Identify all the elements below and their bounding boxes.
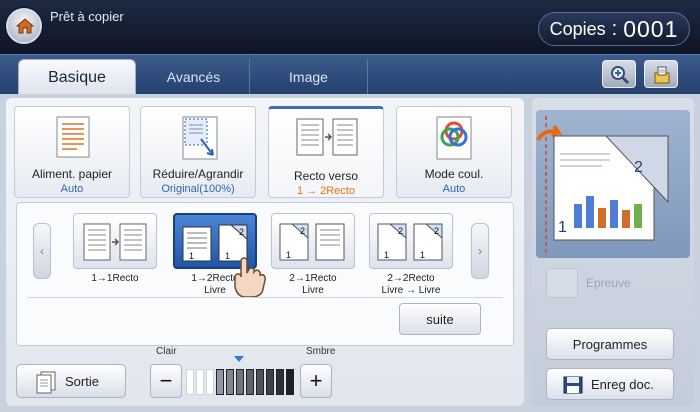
duplex-option-2to1-book[interactable]: 2 1 — [271, 213, 355, 269]
tab-image[interactable]: Image — [250, 59, 368, 95]
scroll-right-arrow[interactable]: › — [471, 223, 489, 279]
svg-text:2: 2 — [434, 226, 439, 236]
darkness-segment[interactable] — [256, 369, 264, 395]
save-document-label: Enreg doc. — [591, 377, 654, 392]
duplex-option-1to1-label: 1→1Recto — [91, 273, 139, 284]
color-mode-icon — [436, 116, 472, 160]
svg-text:1: 1 — [558, 219, 567, 236]
main-area: Aliment. papier Auto Réduire/Agrandir Or… — [0, 94, 700, 412]
tab-avances[interactable]: Avancés — [138, 59, 250, 95]
darkness-segment[interactable] — [236, 369, 244, 395]
darkness-segment[interactable] — [196, 369, 204, 395]
darkness-decrease-button[interactable]: − — [150, 364, 182, 398]
duplex-option-2to2-label: 2→2Recto Livre → Livre — [381, 273, 441, 296]
output-tray-icon — [36, 371, 56, 394]
paper-tray-icon — [56, 116, 90, 158]
svg-text:2: 2 — [300, 226, 305, 236]
sortie-button[interactable]: Sortie — [16, 364, 126, 398]
darkness-segment[interactable] — [286, 369, 294, 395]
duplex-icon — [296, 118, 358, 156]
svg-text:1: 1 — [286, 250, 291, 260]
svg-text:2: 2 — [239, 227, 244, 237]
svg-text:1: 1 — [384, 250, 389, 260]
zoom-in-icon[interactable] — [602, 60, 636, 88]
darkness-segment[interactable] — [216, 369, 224, 395]
duplex-preview-icon: 2 1 — [536, 116, 669, 254]
tab-bar: Basique Avancés Image — [0, 54, 700, 95]
darkness-increase-button[interactable]: + — [300, 364, 332, 398]
two-to-one-icon: 2 1 — [279, 223, 345, 261]
status-title: Prêt à copier — [50, 9, 124, 24]
copies-value: 0001 — [623, 15, 679, 42]
svg-text:2: 2 — [398, 226, 403, 236]
light-label: Clair — [156, 346, 177, 357]
scroll-left-arrow[interactable]: ‹ — [33, 223, 51, 279]
two-to-two-icon: 2 1 2 1 — [377, 223, 443, 261]
dark-label: Smbre — [306, 346, 336, 357]
svg-text:2: 2 — [634, 159, 643, 176]
copies-counter[interactable]: Copies : 0001 — [538, 12, 690, 46]
darkness-segment[interactable] — [206, 369, 214, 395]
paper-tray-value: Auto — [60, 183, 84, 195]
basic-settings-panel: Aliment. papier Auto Réduire/Agrandir Or… — [6, 98, 524, 406]
copies-label: Copies — [549, 18, 606, 39]
duplex-value: 1 → 2Recto — [296, 185, 356, 197]
duplex-button[interactable]: Recto verso 1 → 2Recto — [268, 106, 384, 198]
programmes-button[interactable]: Programmes — [546, 328, 674, 360]
preview-panel: 2 1 Epreuve Programmes Enreg doc. — [532, 98, 694, 406]
paper-tray-button[interactable]: Aliment. papier Auto — [14, 106, 130, 198]
darkness-segment[interactable] — [276, 369, 284, 395]
epreuve-checkbox[interactable] — [546, 268, 578, 298]
darkness-marker — [234, 356, 244, 362]
darkness-segment[interactable] — [266, 369, 274, 395]
options-divider — [27, 297, 503, 298]
sortie-label: Sortie — [65, 374, 99, 389]
reduce-enlarge-button[interactable]: Réduire/Agrandir Original(100%) — [140, 106, 256, 198]
paper-tray-label: Aliment. papier — [31, 167, 113, 181]
epreuve-label: Epreuve — [586, 276, 631, 290]
duplex-label: Recto verso — [293, 169, 359, 183]
darkness-scale[interactable] — [186, 368, 294, 396]
darkness-segment[interactable] — [246, 369, 254, 395]
reduce-enlarge-icon — [182, 116, 218, 160]
reduce-enlarge-label: Réduire/Agrandir — [152, 167, 244, 181]
pointer-hand-icon — [234, 257, 266, 298]
duplex-option-1to1[interactable] — [73, 213, 157, 269]
job-status-icon[interactable] — [644, 60, 678, 88]
copies-separator: : — [611, 17, 618, 40]
home-icon[interactable] — [6, 8, 42, 44]
save-document-button[interactable]: Enreg doc. — [546, 368, 674, 400]
suite-button[interactable]: suite — [399, 303, 481, 335]
color-mode-button[interactable]: Mode coul. Auto — [396, 106, 512, 198]
darkness-segment[interactable] — [226, 369, 234, 395]
simplex-icon — [83, 223, 147, 261]
color-mode-label: Mode coul. — [424, 167, 484, 181]
reduce-enlarge-value: Original(100%) — [161, 183, 235, 195]
floppy-disk-icon — [563, 376, 583, 394]
tab-basique[interactable]: Basique — [18, 59, 136, 95]
color-mode-value: Auto — [442, 183, 466, 195]
duplex-options-panel: ‹ 1→1Recto 1 2 1 1→2Recto Livre 2 1 2→1R… — [16, 202, 514, 346]
svg-text:1: 1 — [225, 251, 230, 261]
copy-preview: 2 1 — [536, 110, 690, 258]
svg-text:1: 1 — [420, 250, 425, 260]
top-bar: Prêt à copier Copies : 0001 — [0, 0, 700, 54]
duplex-option-2to1-label: 2→1Recto Livre — [289, 273, 337, 296]
svg-text:1: 1 — [189, 251, 194, 261]
duplex-option-2to2-book[interactable]: 2 1 2 1 — [369, 213, 453, 269]
darkness-segment[interactable] — [186, 369, 194, 395]
